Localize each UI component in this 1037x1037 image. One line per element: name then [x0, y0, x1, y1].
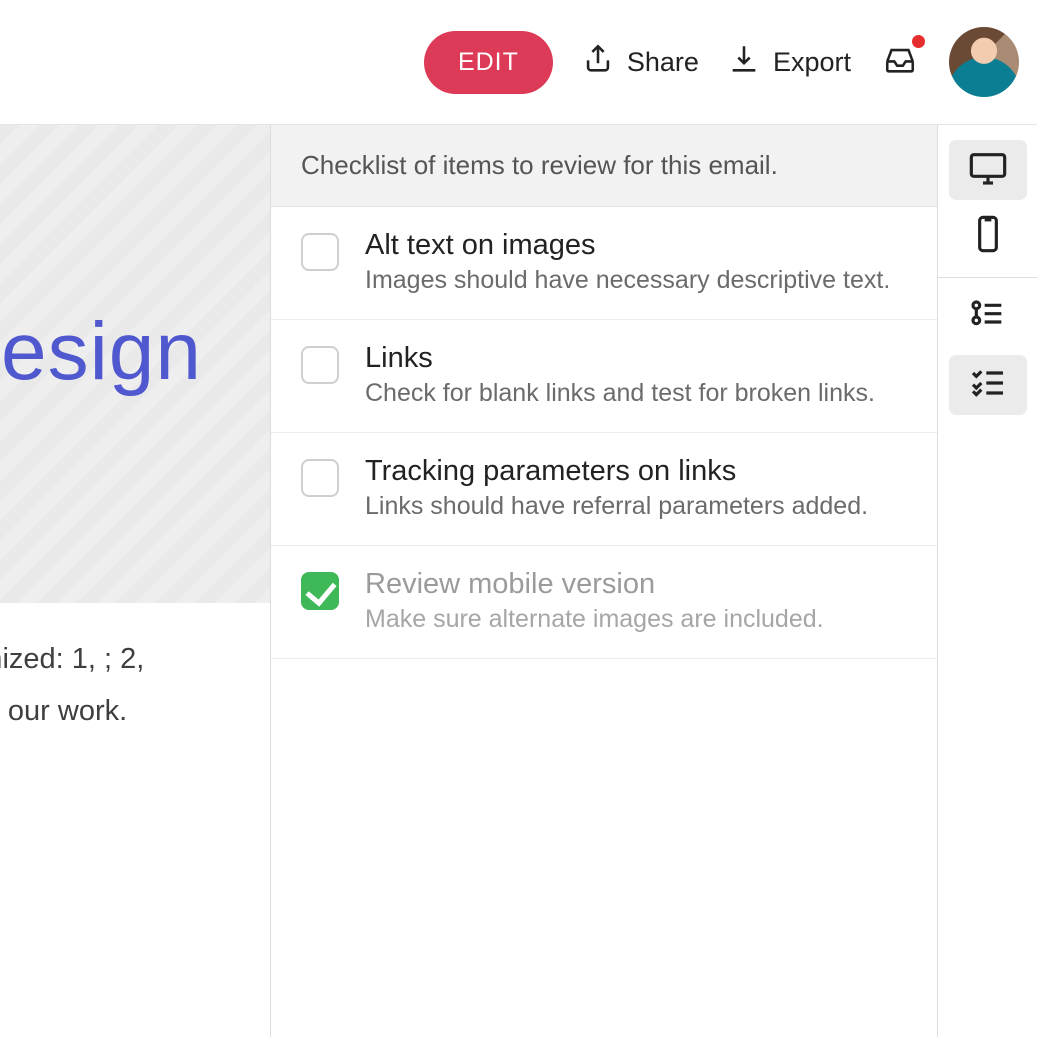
phone-icon	[968, 214, 1008, 259]
share-button[interactable]: Share	[581, 42, 699, 83]
mobile-view-button[interactable]	[949, 206, 1027, 266]
checklist-item-subtitle: Check for blank links and test for broke…	[365, 379, 907, 408]
edit-button[interactable]: EDIT	[424, 31, 553, 94]
export-button[interactable]: Export	[727, 42, 851, 83]
sidebar-divider	[938, 277, 1037, 278]
checklist-item-subtitle: Make sure alternate images are included.	[365, 605, 907, 634]
checkbox[interactable]	[301, 346, 339, 384]
checkbox[interactable]	[301, 459, 339, 497]
export-label: Export	[773, 47, 851, 78]
share-icon	[581, 42, 615, 83]
inbox-icon	[883, 64, 917, 81]
checklist-item-title: Links	[365, 342, 907, 375]
checklist-item-subtitle: Images should have necessary descriptive…	[365, 266, 907, 295]
email-preview-pane: design e your email’s e systemized: 1, ;…	[0, 125, 271, 1037]
checklist-item: Review mobile version Make sure alternate…	[271, 546, 937, 659]
inbox-button[interactable]	[879, 39, 921, 86]
preview-title-fragment: design	[0, 305, 202, 399]
desktop-view-button[interactable]	[949, 140, 1027, 200]
checklist-header: Checklist of items to review for this em…	[271, 125, 937, 207]
checklist-view-button[interactable]	[949, 355, 1027, 415]
checklist-item-title: Tracking parameters on links	[365, 455, 907, 488]
checklist-item: Links Check for blank links and test for …	[271, 320, 937, 433]
top-toolbar: EDIT Share Export	[0, 0, 1037, 125]
checklist-panel: Checklist of items to review for this em…	[271, 125, 937, 1037]
checklist-item-subtitle: Links should have referral parameters ad…	[365, 492, 907, 521]
right-sidebar	[937, 125, 1037, 1037]
checkbox[interactable]	[301, 572, 339, 610]
checklist-item: Tracking parameters on links Links should…	[271, 433, 937, 546]
download-icon	[727, 42, 761, 83]
share-label: Share	[627, 47, 699, 78]
checklist-icon	[968, 363, 1008, 408]
avatar[interactable]	[949, 27, 1019, 97]
checklist-item: Alt text on images Images should have nec…	[271, 207, 937, 320]
preview-body-fragment: e your email’s e systemized: 1, ; 2, mai…	[0, 633, 260, 794]
monitor-icon	[968, 148, 1008, 193]
outline-icon	[968, 297, 1008, 342]
notification-dot-icon	[912, 35, 925, 48]
checkbox[interactable]	[301, 233, 339, 271]
outline-button[interactable]	[949, 289, 1027, 349]
checklist-item-title: Alt text on images	[365, 229, 907, 262]
checklist-item-title: Review mobile version	[365, 568, 907, 601]
